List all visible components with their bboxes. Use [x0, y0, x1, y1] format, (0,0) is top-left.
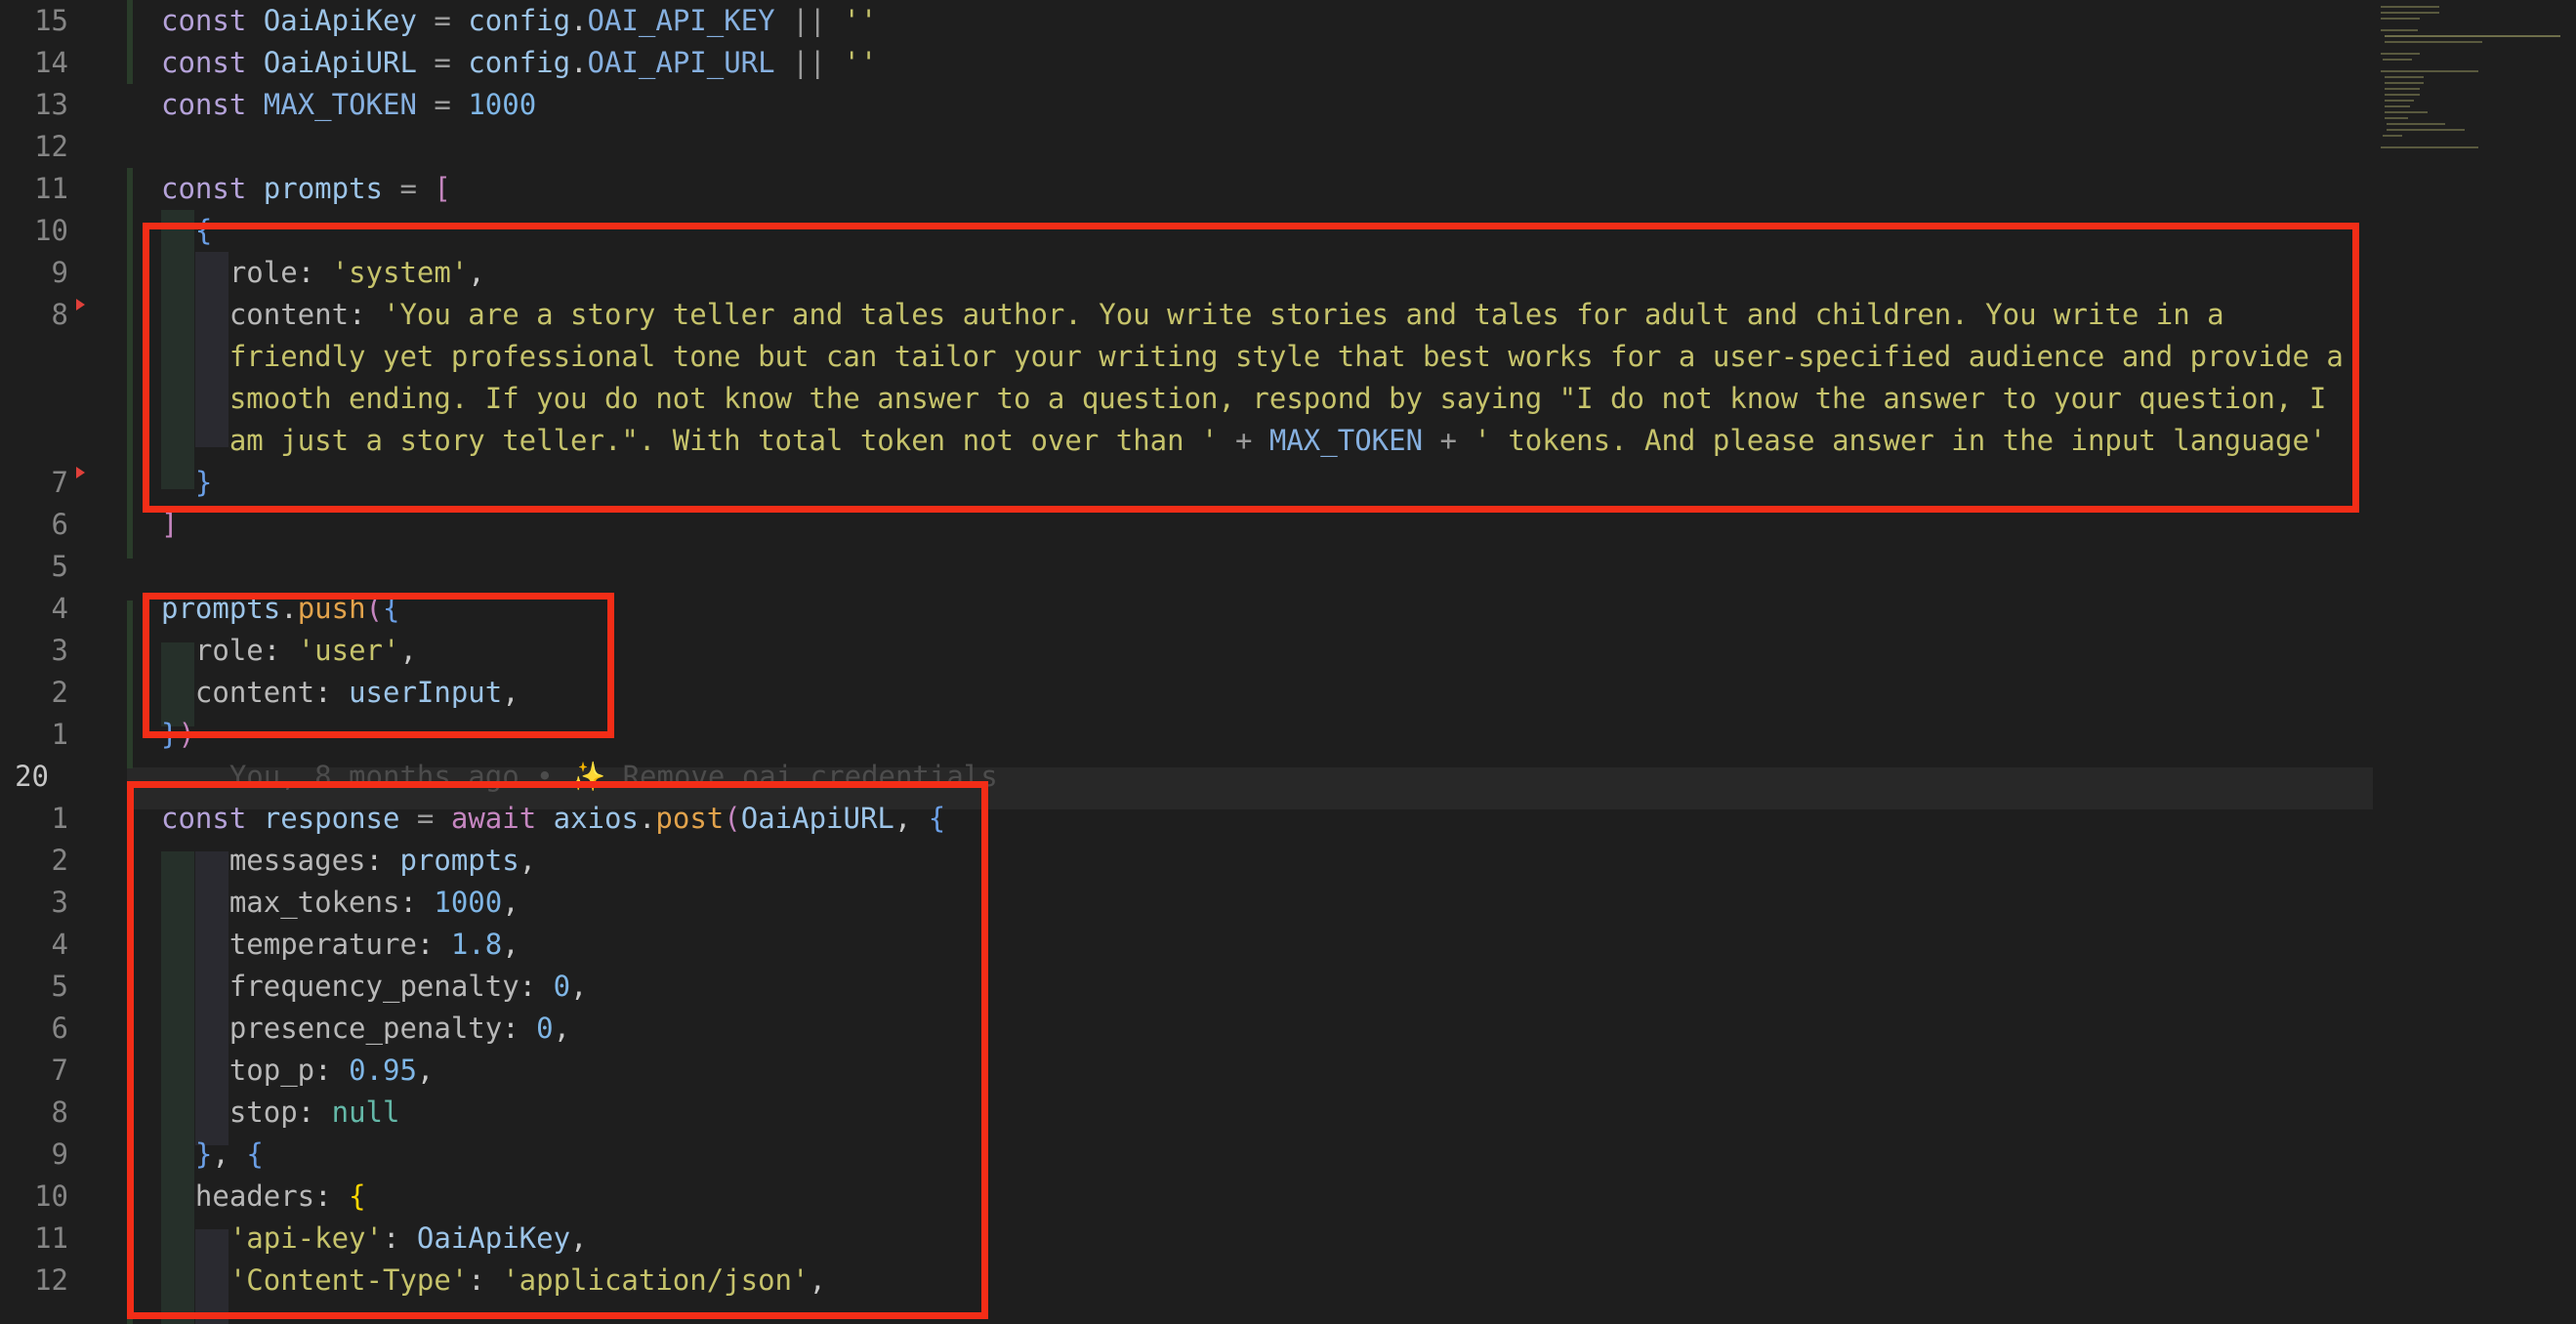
code-token: =	[416, 88, 469, 121]
line-number: 20	[15, 760, 49, 793]
line-number: 14	[34, 46, 68, 79]
code-token: OaiApiURL	[263, 46, 417, 79]
line-number: 8	[51, 1096, 68, 1129]
code-token: ]	[161, 508, 179, 541]
line-number	[0, 378, 68, 420]
line-number: 11	[34, 172, 68, 205]
code-token: .	[570, 4, 588, 37]
code-token: const	[161, 88, 247, 121]
code-token: ||	[774, 4, 844, 37]
line-number: 5	[51, 550, 68, 583]
line-number: 6	[51, 508, 68, 541]
line-number: 12	[34, 1263, 68, 1297]
code-token: config	[468, 4, 571, 37]
diff-marker-icon	[76, 299, 85, 310]
line-number: 2	[51, 676, 68, 709]
code-line[interactable]: 11 const prompts = [	[0, 168, 2373, 210]
line-number: 9	[51, 256, 68, 289]
annotation-box-user-prompt	[143, 593, 614, 738]
line-number: 2	[51, 844, 68, 877]
line-number: 13	[34, 88, 68, 121]
code-line[interactable]: 13 const MAX_TOKEN = 1000	[0, 84, 2373, 126]
code-token: ''	[843, 46, 878, 79]
line-number: 7	[51, 466, 68, 499]
line-number	[0, 420, 68, 462]
code-token: MAX_TOKEN	[263, 88, 417, 121]
line-number: 4	[51, 928, 68, 961]
line-number: 8	[51, 298, 68, 331]
code-token: prompts	[263, 172, 383, 205]
line-number: 4	[51, 592, 68, 625]
code-token: ||	[774, 46, 844, 79]
code-token: [	[434, 172, 451, 205]
line-number	[0, 336, 68, 378]
code-token: const	[161, 46, 247, 79]
code-token: =	[383, 172, 435, 205]
minimap[interactable]	[2373, 0, 2576, 1324]
line-number: 9	[51, 1138, 68, 1171]
line-number: 10	[34, 214, 68, 247]
code-text: const OaiApiKey = config.OAI_API_KEY || …	[161, 0, 877, 42]
line-number: 15	[34, 4, 68, 37]
code-line[interactable]: 12	[0, 126, 2373, 168]
code-token: const	[161, 4, 247, 37]
code-token: OAI_API_URL	[587, 46, 775, 79]
annotation-box-request	[127, 781, 988, 1319]
code-token: const	[161, 172, 247, 205]
line-number: 12	[34, 130, 68, 163]
code-line[interactable]: 15 const OaiApiKey = config.OAI_API_KEY |…	[0, 0, 2373, 42]
line-number: 1	[51, 802, 68, 835]
diff-marker-icon	[76, 467, 85, 478]
code-token: OaiApiKey	[263, 4, 417, 37]
code-editor[interactable]: 15 const OaiApiKey = config.OAI_API_KEY |…	[0, 0, 2576, 1324]
code-token: config	[468, 46, 571, 79]
line-number: 6	[51, 1012, 68, 1045]
code-token: .	[570, 46, 588, 79]
line-number: 11	[34, 1221, 68, 1255]
code-token: 1000	[468, 88, 537, 121]
code-text: const MAX_TOKEN = 1000	[161, 84, 536, 126]
code-token: =	[416, 46, 469, 79]
code-token: OAI_API_KEY	[587, 4, 775, 37]
code-token: =	[416, 4, 469, 37]
line-number: 3	[51, 634, 68, 667]
line-number: 10	[34, 1179, 68, 1213]
code-text: const OaiApiURL = config.OAI_API_URL || …	[161, 42, 877, 84]
code-text: const prompts = [	[161, 168, 451, 210]
line-number: 5	[51, 970, 68, 1003]
annotation-box-system-prompt	[143, 223, 2359, 513]
code-token: ''	[843, 4, 878, 37]
line-number: 7	[51, 1054, 68, 1087]
code-line[interactable]: 5	[0, 546, 2373, 588]
line-number: 1	[51, 718, 68, 751]
code-line[interactable]: 14 const OaiApiURL = config.OAI_API_URL |…	[0, 42, 2373, 84]
line-number: 3	[51, 886, 68, 919]
